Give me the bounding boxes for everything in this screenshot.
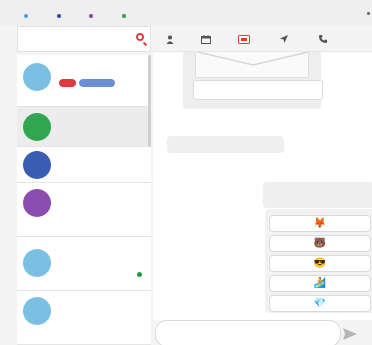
window-titlebar (0, 0, 372, 26)
chat-list-item[interactable] (17, 291, 151, 345)
fox-icon: 🦊 (313, 218, 327, 229)
conversation-toolbar (153, 26, 372, 52)
quick-reply-button[interactable]: 💎 (269, 295, 371, 312)
send-icon[interactable] (343, 327, 357, 340)
message-input[interactable] (155, 320, 341, 345)
sidebar-scrollbar[interactable] (148, 55, 151, 147)
quick-reply-button[interactable]: 🐻 (269, 235, 371, 252)
quick-reply-button[interactable]: 🏄 (269, 275, 371, 292)
outgoing-message-bubble (263, 182, 372, 208)
message-card (183, 52, 323, 109)
window-dot (24, 14, 28, 18)
avatar (23, 297, 51, 325)
quick-reply-button[interactable]: 😎 (269, 255, 371, 272)
search-icon[interactable] (136, 33, 144, 41)
status-badge (79, 79, 115, 87)
bear-icon: 🐻 (313, 238, 327, 249)
incoming-message-bubble (167, 136, 284, 153)
chat-app: 🦊 🐻 😎 🏄 💎 (0, 0, 372, 345)
avatar (23, 63, 51, 91)
window-dot (122, 14, 126, 18)
overflow-menu-icon[interactable] (367, 12, 370, 15)
chat-list-item[interactable] (17, 183, 151, 237)
avatar (23, 189, 51, 217)
online-indicator (137, 272, 142, 277)
location-arrow-icon[interactable] (277, 33, 291, 45)
card-image-placeholder (195, 52, 309, 78)
quick-reply-list: 🦊 🐻 😎 🏄 💎 (265, 209, 372, 313)
window-dot (57, 14, 61, 18)
surfer-icon: 🏄 (313, 278, 327, 289)
chat-list-item[interactable] (17, 55, 151, 107)
diamond-icon: 💎 (313, 298, 327, 309)
quick-reply-button[interactable]: 🦊 (269, 215, 371, 232)
window-dot (89, 14, 93, 18)
search-box (17, 26, 151, 52)
calendar-icon[interactable] (199, 33, 213, 45)
phone-icon[interactable] (316, 33, 330, 45)
avatar (23, 113, 51, 141)
card-input-field[interactable] (193, 80, 323, 100)
search-input[interactable] (18, 27, 130, 51)
sunglasses-face-icon: 😎 (313, 258, 327, 269)
avatar (23, 151, 51, 179)
unread-badge (59, 79, 76, 87)
chat-list-item[interactable] (17, 107, 151, 147)
chat-list-item[interactable] (17, 237, 151, 291)
conversation-pane: 🦊 🐻 😎 🏄 💎 (153, 52, 372, 320)
chat-list-item[interactable] (17, 147, 151, 183)
sidebar (17, 26, 153, 345)
person-icon[interactable] (163, 33, 177, 45)
message-composer (153, 320, 372, 345)
chat-list (17, 55, 151, 345)
ticket-icon[interactable] (237, 33, 251, 45)
avatar (23, 249, 51, 277)
